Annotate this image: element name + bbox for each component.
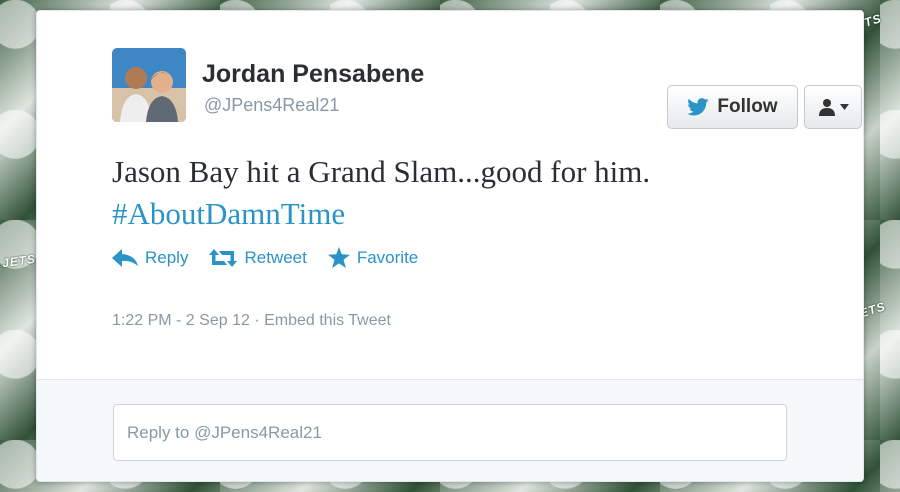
reply-arrow-icon <box>112 248 138 267</box>
retweet-action[interactable]: Retweet <box>209 247 307 268</box>
caret-down-icon <box>839 104 849 110</box>
tweet-actions: Reply Retweet Favorite <box>112 247 439 268</box>
tweet-meta: 1:22 PM - 2 Sep 12 · Embed this Tweet <box>112 312 391 330</box>
background-logo-text: JETS <box>1 251 37 271</box>
favorite-action-label: Favorite <box>356 247 419 267</box>
author-name[interactable]: Jordan Pensabene <box>202 60 424 89</box>
reply-input[interactable]: Reply to @JPens4Real21 <box>113 404 787 461</box>
reply-input-placeholder: Reply to @JPens4Real21 <box>127 422 322 442</box>
tweet-timestamp[interactable]: 1:22 PM - 2 Sep 12 <box>112 312 250 329</box>
star-icon <box>327 247 350 268</box>
avatar-photo-icon <box>112 48 186 122</box>
reply-action-label: Reply <box>145 247 189 267</box>
user-actions-button[interactable] <box>804 85 862 129</box>
favorite-action[interactable]: Favorite <box>327 247 419 268</box>
person-icon <box>818 99 835 116</box>
twitter-bird-icon <box>687 98 709 116</box>
author-avatar[interactable] <box>112 48 186 122</box>
follow-button-label: Follow <box>717 96 778 117</box>
meta-separator: · <box>254 312 260 329</box>
author-handle[interactable]: @JPens4Real21 <box>204 95 339 116</box>
tweet-text: Jason Bay hit a Grand Slam...good for hi… <box>112 154 651 189</box>
reply-area: Reply to @JPens4Real21 <box>37 379 863 481</box>
tweet-card: Jordan Pensabene @JPens4Real21 Follow Ja… <box>36 10 864 482</box>
tweet-header: Jordan Pensabene @JPens4Real21 Follow <box>112 48 862 129</box>
reply-action[interactable]: Reply <box>112 248 188 268</box>
hashtag-link[interactable]: #AboutDamnTime <box>112 193 812 235</box>
embed-tweet-link[interactable]: Embed this Tweet <box>264 312 391 329</box>
retweet-action-label: Retweet <box>244 247 307 267</box>
tweet-body: Jason Bay hit a Grand Slam...good for hi… <box>112 151 812 235</box>
follow-button[interactable]: Follow <box>667 85 798 129</box>
retweet-icon <box>209 248 238 267</box>
